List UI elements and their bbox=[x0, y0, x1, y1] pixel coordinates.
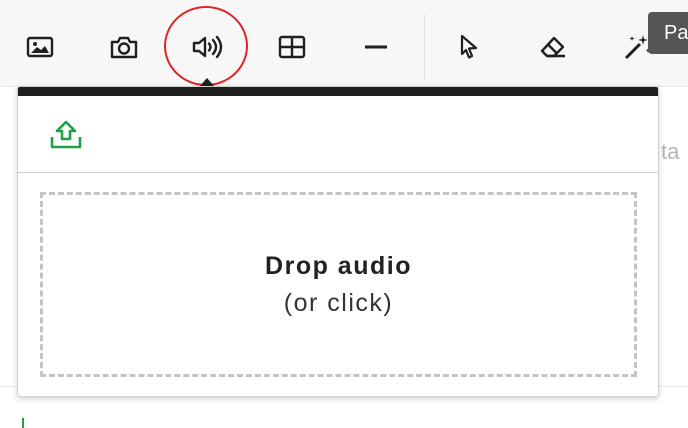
insert-image-button[interactable] bbox=[16, 24, 64, 70]
image-icon bbox=[26, 36, 54, 58]
audio-dropzone[interactable]: Drop audio (or click) bbox=[40, 192, 637, 377]
horizontal-rule-button[interactable] bbox=[352, 24, 400, 70]
dropzone-title: Drop audio bbox=[265, 251, 412, 280]
camera-button[interactable] bbox=[100, 24, 148, 70]
tooltip: Pa bbox=[648, 12, 688, 54]
eraser-icon bbox=[540, 36, 565, 58]
horizontal-rule-icon bbox=[365, 45, 387, 49]
table-icon bbox=[278, 35, 306, 59]
text-cursor bbox=[22, 418, 24, 428]
insert-table-button[interactable] bbox=[268, 24, 316, 70]
upload-tray-icon bbox=[50, 120, 82, 149]
camera-icon bbox=[110, 36, 138, 59]
eraser-tool-button[interactable] bbox=[529, 24, 577, 70]
insert-audio-button[interactable] bbox=[184, 24, 232, 70]
audio-upload-panel: Drop audio (or click) bbox=[17, 86, 659, 397]
dropzone-subtitle: (or click) bbox=[283, 288, 394, 317]
background-partial-text: ta bbox=[661, 139, 680, 164]
pointer-icon bbox=[460, 34, 478, 59]
panel-top-bar bbox=[18, 87, 658, 96]
audio-icon bbox=[192, 35, 223, 59]
toolbar-divider bbox=[424, 14, 425, 80]
panel-header bbox=[18, 96, 658, 173]
toolbar: Pa bbox=[0, 0, 688, 87]
upload-button[interactable] bbox=[48, 117, 84, 153]
select-tool-button[interactable] bbox=[445, 24, 493, 70]
